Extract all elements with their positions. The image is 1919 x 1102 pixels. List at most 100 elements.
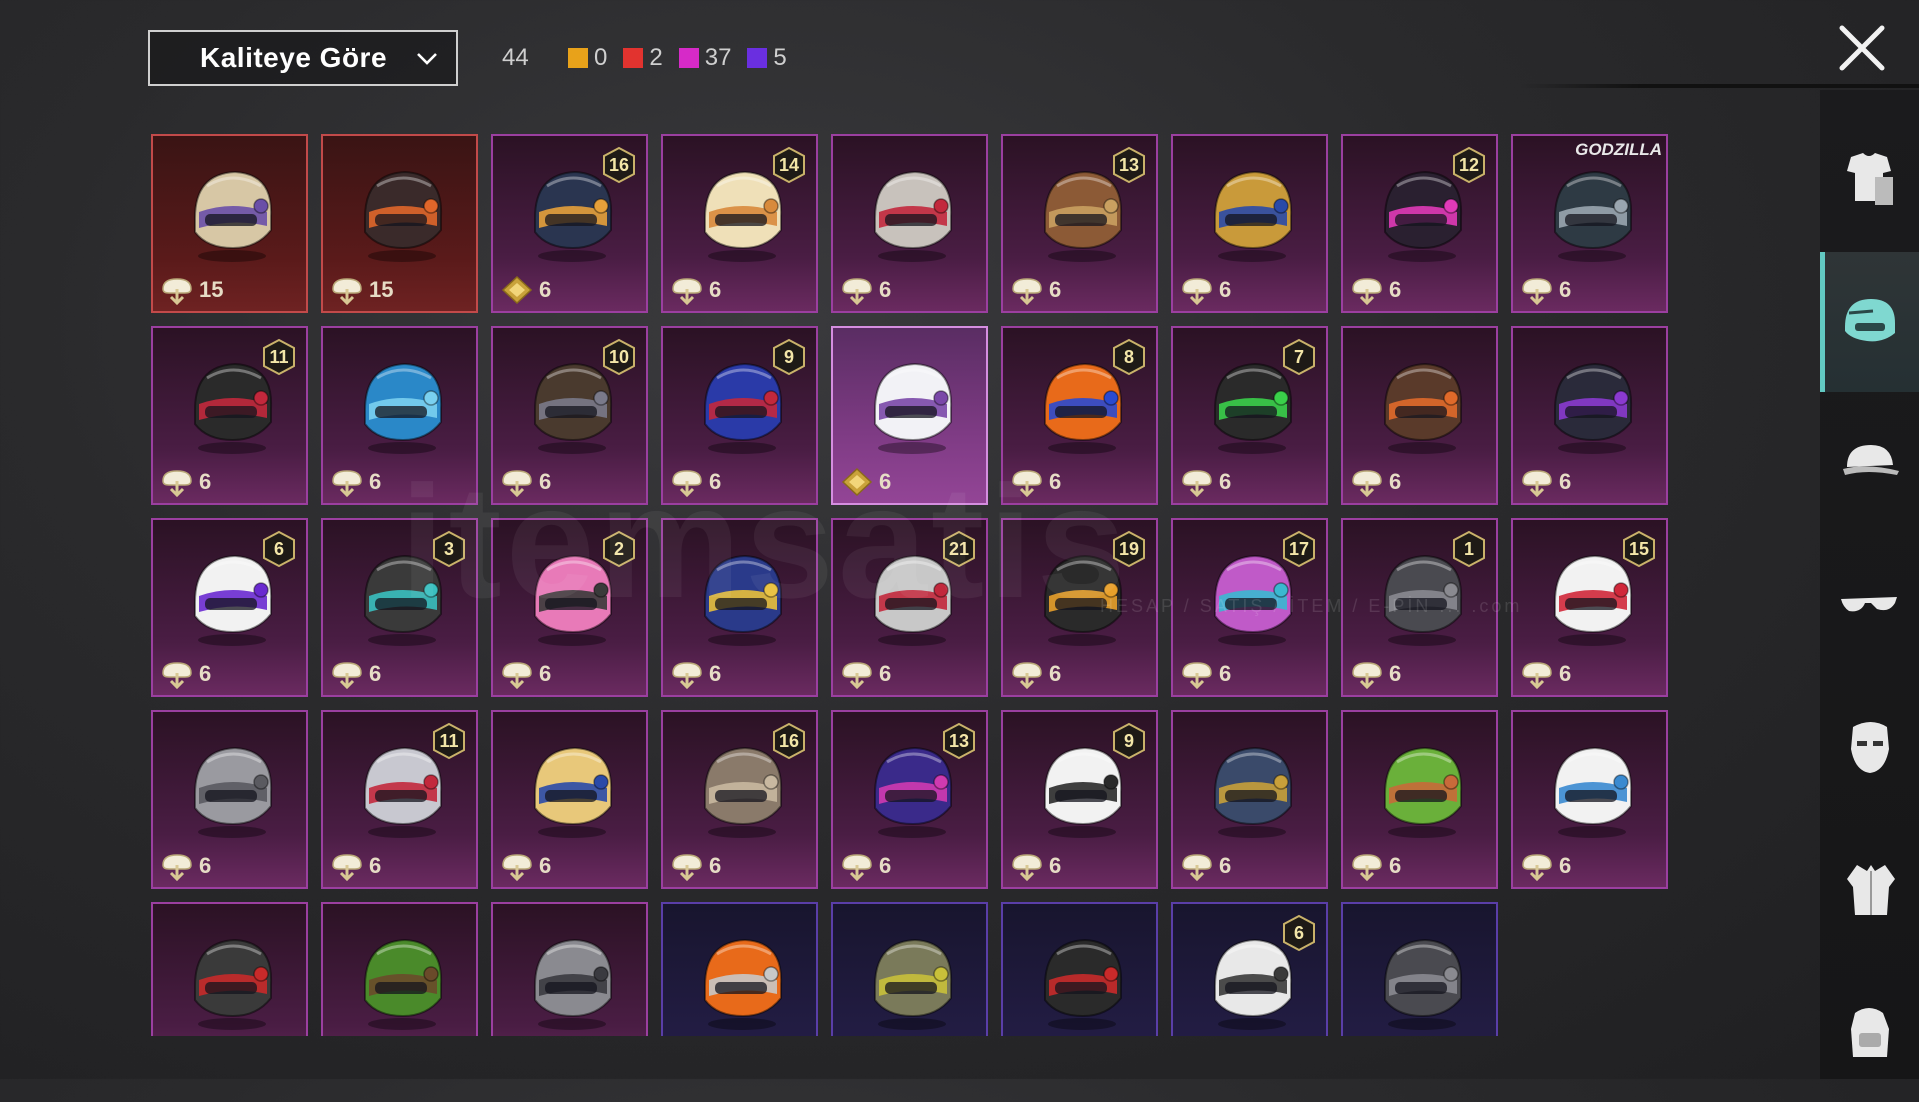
- glasses-icon: [1840, 597, 1897, 612]
- sidebar-item-cap[interactable]: [1820, 394, 1919, 534]
- item-card[interactable]: 12 6: [1341, 134, 1498, 313]
- item-card[interactable]: [321, 902, 478, 1036]
- rarity-swatch: [568, 48, 588, 68]
- price-tag: 6: [839, 467, 891, 497]
- item-card[interactable]: 6: [1341, 710, 1498, 889]
- helmet-image: [364, 170, 443, 262]
- level-value: 1: [1463, 538, 1474, 559]
- item-card[interactable]: 17 6: [1171, 518, 1328, 697]
- crate-coin-icon: [162, 854, 192, 881]
- helmet-image: [1384, 938, 1463, 1030]
- price-value: 6: [709, 661, 722, 686]
- crate-coin-icon: [842, 854, 872, 881]
- level-badge: 13: [942, 722, 976, 760]
- sidebar-item-helmet[interactable]: [1820, 252, 1919, 392]
- item-card[interactable]: [1341, 902, 1498, 1036]
- price-value: 6: [709, 469, 722, 494]
- price-tag: 6: [1009, 851, 1061, 881]
- item-card[interactable]: 16 6: [661, 710, 818, 889]
- item-card[interactable]: 7 6: [1171, 326, 1328, 505]
- diamond-coin-icon: [501, 275, 533, 305]
- item-card[interactable]: 15 6: [1511, 518, 1668, 697]
- sidebar-item-mask[interactable]: [1820, 678, 1919, 818]
- item-card[interactable]: 15: [151, 134, 308, 313]
- price-tag: 6: [499, 659, 551, 689]
- item-card[interactable]: 6 6: [151, 518, 308, 697]
- item-card[interactable]: 6: [831, 326, 988, 505]
- item-card[interactable]: 15: [321, 134, 478, 313]
- level-badge: 1: [1452, 530, 1486, 568]
- top-bar: Kaliteye Göre 44 0 2 37 5: [0, 0, 1919, 110]
- item-card[interactable]: 3 6: [321, 518, 478, 697]
- item-card[interactable]: [491, 902, 648, 1036]
- item-card[interactable]: 14 6: [661, 134, 818, 313]
- price-value: 6: [369, 469, 382, 494]
- item-card[interactable]: 13 6: [1001, 134, 1158, 313]
- price-tag: 6: [1349, 275, 1401, 305]
- rarity-count: 2: [623, 44, 663, 72]
- sidebar-item-outfit[interactable]: [1820, 110, 1919, 250]
- item-card[interactable]: 1 6: [1341, 518, 1498, 697]
- price-value: 6: [369, 661, 382, 686]
- item-card[interactable]: 6: [1511, 326, 1668, 505]
- crate-coin-icon: [1522, 854, 1552, 881]
- price-value: 6: [199, 661, 212, 686]
- price-tag: 6: [1519, 851, 1571, 881]
- rarity-swatch: [678, 48, 699, 68]
- sidebar-item-jacket[interactable]: [1820, 820, 1919, 960]
- helmet-image: [704, 554, 783, 646]
- item-card[interactable]: [1001, 902, 1158, 1036]
- item-card[interactable]: [831, 902, 988, 1036]
- sort-dropdown[interactable]: Kaliteye Göre: [148, 30, 458, 86]
- crate-coin-icon: [672, 470, 702, 497]
- item-card[interactable]: 13 6: [831, 710, 988, 889]
- rarity-count: 0: [568, 44, 607, 72]
- price-tag: 6: [329, 659, 381, 689]
- item-card[interactable]: 6: [831, 134, 988, 313]
- item-card[interactable]: [661, 902, 818, 1036]
- crate-coin-icon: [672, 662, 702, 689]
- divider: [1520, 84, 1919, 88]
- price-value: 6: [1389, 277, 1402, 302]
- price-tag: 6: [159, 467, 211, 497]
- close-icon[interactable]: [1834, 20, 1890, 76]
- item-card[interactable]: 6: [661, 518, 818, 697]
- item-card[interactable]: 8 6: [1001, 326, 1158, 505]
- sidebar-item-glasses[interactable]: [1820, 536, 1919, 676]
- item-card[interactable]: 9 6: [1001, 710, 1158, 889]
- rarity-count-value: 0: [594, 44, 608, 71]
- helmet-image: [534, 938, 613, 1030]
- item-card[interactable]: 6: [491, 710, 648, 889]
- crate-coin-icon: [502, 470, 532, 497]
- level-value: 2: [613, 538, 624, 559]
- item-card[interactable]: 11 6: [321, 710, 478, 889]
- level-value: 16: [608, 154, 630, 175]
- sidebar-item-backpack[interactable]: [1820, 962, 1919, 1102]
- level-value: 7: [1293, 346, 1304, 367]
- crate-coin-icon: [162, 662, 192, 689]
- brand-label: GODZILLA: [1575, 140, 1662, 159]
- item-card[interactable]: 6: [321, 326, 478, 505]
- item-card[interactable]: 6: [1171, 902, 1328, 1036]
- level-badge: 14: [772, 146, 806, 184]
- item-card[interactable]: 19 6: [1001, 518, 1158, 697]
- item-card[interactable]: 21 6: [831, 518, 988, 697]
- level-value: 11: [439, 730, 459, 751]
- price-value: 6: [1559, 853, 1572, 878]
- price-value: 6: [1049, 469, 1062, 494]
- level-value: 13: [948, 730, 970, 751]
- crate-coin-icon: [842, 278, 872, 305]
- item-card[interactable]: 6: [1171, 134, 1328, 313]
- item-card[interactable]: [151, 902, 308, 1036]
- price-tag: 6: [159, 659, 211, 689]
- item-card[interactable]: 9 6: [661, 326, 818, 505]
- item-card[interactable]: 6: [151, 710, 308, 889]
- item-card[interactable]: 6: [1511, 710, 1668, 889]
- item-card[interactable]: 6: [1341, 326, 1498, 505]
- item-card[interactable]: 6: [1171, 710, 1328, 889]
- item-card[interactable]: 11 6: [151, 326, 308, 505]
- item-card[interactable]: GODZILLA 6: [1511, 134, 1668, 313]
- item-card[interactable]: 2 6: [491, 518, 648, 697]
- item-card[interactable]: 16 6: [491, 134, 648, 313]
- item-card[interactable]: 10 6: [491, 326, 648, 505]
